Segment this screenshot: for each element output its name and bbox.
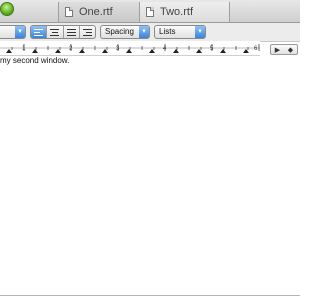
ruler-number: 6 [254, 46, 258, 52]
document-text[interactable]: my second window. [0, 56, 69, 65]
align-right-button[interactable] [80, 26, 95, 38]
tab-label: Two.rtf [160, 6, 194, 18]
align-center-icon [50, 28, 60, 36]
ruler-number: 4 [163, 46, 167, 52]
diamond-icon: ◆ [287, 46, 294, 54]
zoom-button[interactable] [0, 2, 14, 16]
ruler-number: 3 [116, 46, 120, 52]
window-bottom-edge [0, 295, 300, 296]
lists-label: Lists [159, 27, 176, 36]
align-left-button[interactable] [31, 26, 48, 38]
tab-two-rtf[interactable]: Two.rtf [140, 2, 230, 22]
ruler-number: 1 [22, 46, 26, 52]
tab-one-rtf[interactable]: One.rtf [58, 2, 140, 22]
chevron-down-icon: ▾ [139, 26, 149, 38]
style-popup[interactable]: ▾ [0, 25, 26, 39]
spacing-label: Spacing [105, 27, 134, 36]
align-justify-icon [66, 28, 76, 36]
ruler[interactable]: 1 2 3 4 5 6 [0, 41, 260, 56]
ruler-nav-control[interactable]: ▶ ◆ [270, 44, 298, 55]
chevron-down-icon: ▾ [195, 26, 205, 38]
align-left-icon [34, 28, 44, 36]
ruler-number: 2 [69, 46, 73, 52]
tab-label: One.rtf [79, 6, 113, 18]
alignment-control [30, 25, 96, 39]
document-icon [65, 7, 73, 17]
chevron-down-icon: ▾ [15, 26, 25, 38]
window-titlebar: One.rtf Two.rtf [0, 0, 300, 23]
align-justify-button[interactable] [64, 26, 80, 38]
align-right-icon [82, 28, 92, 36]
triangle-right-icon: ▶ [274, 46, 281, 54]
spacing-popup[interactable]: Spacing ▾ [100, 25, 150, 39]
document-icon [146, 7, 154, 17]
lists-popup[interactable]: Lists ▾ [154, 25, 206, 39]
ruler-ticks [0, 44, 260, 53]
align-center-button[interactable] [47, 26, 64, 38]
format-toolbar: ▾ Spacing ▾ Lists ▾ [0, 23, 300, 42]
ruler-number: 5 [210, 46, 214, 52]
